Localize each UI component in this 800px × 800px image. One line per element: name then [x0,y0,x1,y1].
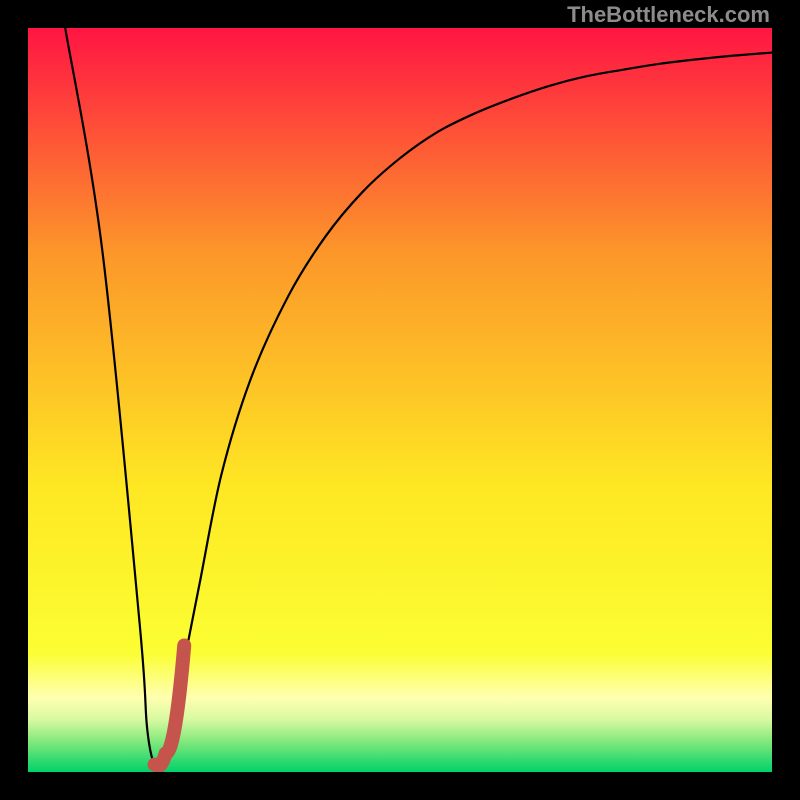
chart-frame: TheBottleneck.com [0,0,800,800]
gradient-background [28,28,772,772]
watermark-label: TheBottleneck.com [567,2,770,28]
chart-svg [28,28,772,772]
plot-area [28,28,772,772]
